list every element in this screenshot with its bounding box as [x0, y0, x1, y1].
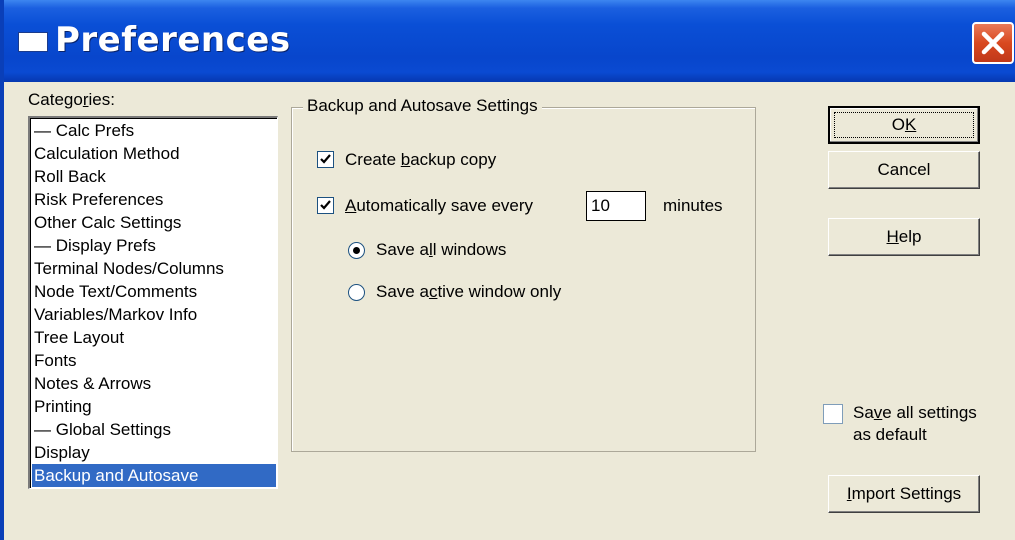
dialog-body: Categories: — Calc Prefs Calculation Met…	[8, 82, 1015, 540]
checkmark-icon	[320, 154, 331, 164]
close-button[interactable]	[972, 22, 1014, 64]
list-item[interactable]: Variables/Markov Info	[32, 303, 276, 326]
list-item[interactable]: Risk Preferences	[32, 188, 276, 211]
title-bar[interactable]: Preferences	[4, 0, 1015, 82]
create-backup-label[interactable]: Create backup copy	[345, 150, 496, 170]
window-title: Preferences	[55, 20, 291, 60]
categories-label: Categories:	[28, 90, 115, 109]
list-item[interactable]: Tree Layout	[32, 326, 276, 349]
list-item[interactable]: Calculation Method	[32, 142, 276, 165]
list-item[interactable]: — Global Settings	[32, 418, 276, 441]
list-item[interactable]: Terminal Nodes/Columns	[32, 257, 276, 280]
create-backup-checkbox[interactable]	[317, 151, 334, 168]
autosave-checkbox[interactable]	[317, 197, 334, 214]
list-item[interactable]: Notes & Arrows	[32, 372, 276, 395]
list-item[interactable]: Node Text/Comments	[32, 280, 276, 303]
checkmark-icon	[320, 200, 331, 210]
minutes-label: minutes	[663, 196, 723, 215]
focus-rect	[834, 112, 974, 138]
group-title: Backup and Autosave Settings	[303, 96, 542, 116]
cancel-button[interactable]: Cancel	[828, 151, 980, 189]
preferences-dialog: Preferences Categories: — Calc Prefs Cal…	[0, 0, 1015, 540]
ok-button[interactable]: OK	[828, 106, 980, 144]
close-icon	[981, 31, 1005, 55]
window-icon	[18, 32, 48, 52]
list-item-selected[interactable]: Backup and Autosave	[32, 464, 276, 487]
list-item[interactable]: Roll Back	[32, 165, 276, 188]
save-all-windows-label[interactable]: Save all windows	[376, 240, 506, 260]
autosave-minutes-input[interactable]: 10	[586, 191, 646, 221]
save-default-checkbox[interactable]	[823, 404, 843, 424]
list-item[interactable]: — Display Prefs	[32, 234, 276, 257]
list-item[interactable]: Printing	[32, 395, 276, 418]
list-item[interactable]: — Calc Prefs	[32, 119, 276, 142]
categories-listbox[interactable]: — Calc Prefs Calculation Method Roll Bac…	[28, 116, 278, 489]
list-item[interactable]: Other Calc Settings	[32, 211, 276, 234]
save-active-window-radio[interactable]	[348, 284, 365, 301]
help-button[interactable]: Help	[828, 218, 980, 256]
radio-dot-icon	[353, 247, 360, 254]
save-all-windows-radio[interactable]	[348, 242, 365, 259]
import-settings-button[interactable]: Import Settings	[828, 475, 980, 513]
list-item[interactable]: Display	[32, 441, 276, 464]
autosave-label[interactable]: Automatically save every	[345, 196, 533, 216]
save-default-label[interactable]: Save all settings as default	[853, 402, 977, 446]
list-item[interactable]: Fonts	[32, 349, 276, 372]
save-active-window-label[interactable]: Save active window only	[376, 282, 561, 302]
